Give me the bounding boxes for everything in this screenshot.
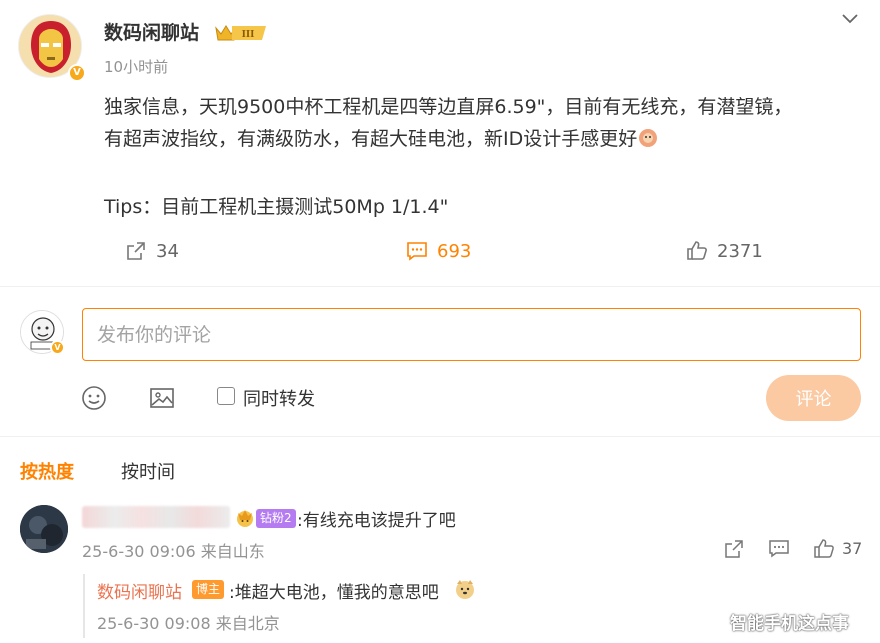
- emoji-picker-icon[interactable]: [80, 384, 108, 412]
- comment-reply-icon[interactable]: [768, 538, 790, 560]
- repost-icon: [127, 242, 145, 260]
- tab-sort-hot[interactable]: 按热度: [20, 458, 74, 484]
- divider: [0, 286, 880, 287]
- repost-button[interactable]: 34: [124, 236, 179, 266]
- like-count: 2371: [717, 240, 763, 262]
- commenter-avatar[interactable]: [20, 505, 68, 553]
- level-badge-text: III: [242, 28, 255, 40]
- post-tips: Tips：目前工程机主摄测试50Mp 1/1.4": [104, 196, 449, 218]
- commenter-name-blurred[interactable]: [82, 506, 230, 528]
- thumbs-up-icon: [687, 241, 707, 260]
- comment-text: :有线充电该提升了吧: [297, 511, 456, 531]
- comment-meta: 25-6-30 09:06 来自山东: [82, 542, 265, 561]
- image-upload-icon[interactable]: [148, 384, 176, 412]
- verified-badge-icon: V: [50, 340, 65, 355]
- tab-sort-time[interactable]: 按时间: [121, 458, 175, 484]
- comment-icon: [407, 242, 427, 261]
- comment-repost-icon[interactable]: [723, 538, 745, 560]
- diamond-fan-icon: [237, 510, 253, 527]
- reply-meta: 25-6-30 09:08 来自北京: [97, 614, 280, 633]
- repost-checkbox-label[interactable]: 同时转发: [243, 385, 315, 411]
- post-body-line-1: 独家信息，天玑9500中杯工程机是四等边直屏6.59"，目前有无线充，有潜望镜，: [104, 96, 793, 118]
- comment-like-count: 37: [842, 539, 863, 558]
- fan-level-badge: 钻粉2: [256, 509, 296, 528]
- comment-button[interactable]: 693: [405, 236, 471, 266]
- verified-badge-icon: V: [68, 64, 86, 82]
- comment-input[interactable]: [82, 308, 861, 361]
- author-name[interactable]: 数码闲聊站: [104, 18, 199, 45]
- comment-like-icon[interactable]: [813, 538, 835, 560]
- like-button[interactable]: 2371: [685, 236, 763, 266]
- divider: [0, 436, 880, 437]
- submit-comment-button[interactable]: 评论: [766, 375, 861, 421]
- comment-count: 693: [437, 240, 472, 262]
- doge-emoji-icon: [456, 580, 474, 599]
- crown-level-badge-icon: III: [215, 25, 266, 41]
- reply-text: :堆超大电池，懂我的意思吧: [229, 583, 439, 603]
- reply-thread-line: [83, 574, 85, 638]
- blurred-avatar-icon: [20, 505, 68, 553]
- chevron-down-icon[interactable]: [840, 8, 860, 28]
- post-body: 独家信息，天玑9500中杯工程机是四等边直屏6.59"，目前有无线充，有潜望镜，…: [104, 91, 864, 155]
- post-time[interactable]: 10小时前: [104, 56, 168, 77]
- doge-flower-emoji-icon: [639, 129, 658, 147]
- repost-count: 34: [156, 240, 179, 262]
- post-body-line-2: 有超声波指纹，有满级防水，有超大硅电池，新ID设计手感更好: [104, 123, 864, 155]
- reply-author-name[interactable]: 数码闲聊站: [97, 578, 182, 603]
- blogger-badge: 博主: [192, 580, 225, 599]
- watermark-text: 智能手机这点事: [730, 614, 849, 634]
- repost-checkbox[interactable]: [217, 387, 235, 405]
